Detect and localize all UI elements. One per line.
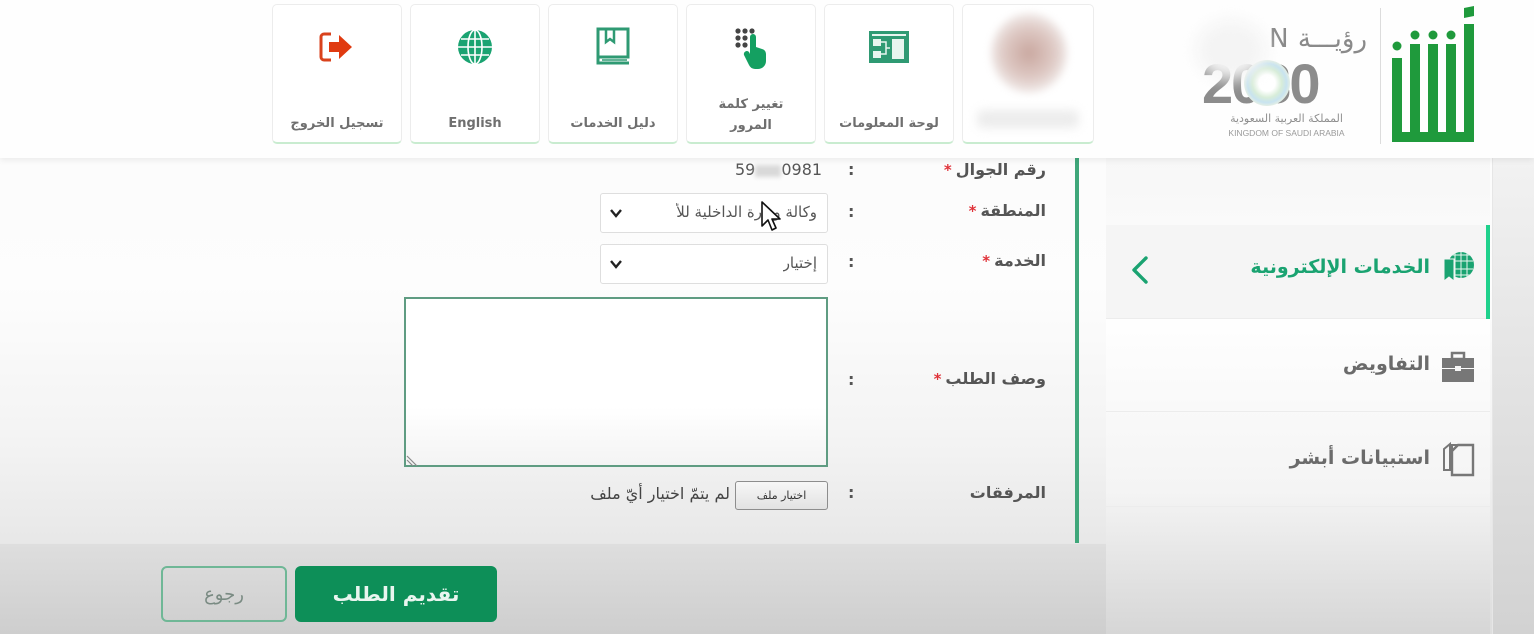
colon: : bbox=[848, 370, 855, 389]
vision-2030-logo: رؤيـــة N 2030 المملكة العربية السعودية … bbox=[1196, 20, 1371, 142]
top-header: تسجيل الخروج English دليل الخدمات تغيير … bbox=[0, 0, 1534, 158]
chevron-down-icon bbox=[610, 209, 622, 218]
dashboard-tile[interactable]: لوحة المعلومات bbox=[824, 4, 954, 144]
chevron-left-icon[interactable] bbox=[1128, 254, 1152, 286]
sidebar-item-label: الخدمات الإلكترونية bbox=[1250, 256, 1430, 278]
region-selected-value: وكالة وزارة الداخلية للأ bbox=[676, 203, 817, 221]
user-name-redacted bbox=[977, 110, 1079, 128]
file-status-text: لم يتمّ اختيار أيّ ملف bbox=[590, 484, 730, 503]
form-divider bbox=[1075, 158, 1079, 543]
change-password-label: تغيير كلمة المرور bbox=[718, 97, 784, 133]
globe-icon bbox=[458, 29, 492, 65]
logo-divider bbox=[1380, 8, 1381, 144]
sidebar-item-label: استبيانات أبشر bbox=[1289, 447, 1430, 469]
e-services-icon bbox=[1443, 252, 1474, 283]
vision-arabic-country: المملكة العربية السعودية bbox=[1230, 112, 1343, 125]
english-label: English bbox=[448, 116, 502, 131]
active-indicator bbox=[1486, 225, 1490, 319]
sidebar-item-absher-surveys[interactable]: استبيانات أبشر bbox=[1106, 413, 1490, 507]
dashboard-icon bbox=[869, 31, 909, 63]
logout-tile[interactable]: تسجيل الخروج bbox=[272, 4, 402, 144]
region-select[interactable]: وكالة وزارة الداخلية للأ bbox=[600, 193, 828, 233]
service-selected-value: إختيار bbox=[782, 254, 817, 272]
change-password-tile[interactable]: تغيير كلمة المرور bbox=[686, 4, 816, 144]
back-button[interactable]: رجوع bbox=[161, 566, 287, 622]
sidebar-rail bbox=[1492, 158, 1534, 634]
dashboard-label: لوحة المعلومات bbox=[839, 116, 939, 131]
book-icon bbox=[596, 27, 630, 65]
sidebar-item-e-services[interactable]: الخدمات الإلكترونية bbox=[1106, 225, 1490, 319]
service-label: الخدمة* bbox=[982, 251, 1046, 270]
colon: : bbox=[848, 252, 855, 271]
region-label: المنطقة* bbox=[968, 201, 1046, 220]
documents-icon bbox=[1443, 441, 1475, 477]
logout-icon bbox=[319, 32, 352, 62]
redacted-digits bbox=[755, 164, 782, 177]
vision-english-country: KINGDOM OF SAUDI ARABIA bbox=[1228, 128, 1345, 138]
colon: : bbox=[848, 483, 855, 502]
avatar bbox=[991, 13, 1067, 93]
chevron-down-icon bbox=[610, 260, 622, 269]
keypad-hand-icon bbox=[735, 28, 767, 69]
logout-label: تسجيل الخروج bbox=[290, 116, 384, 131]
choose-file-button[interactable]: اختيار ملف bbox=[735, 481, 828, 510]
mobile-label: رقم الجوال* bbox=[943, 160, 1046, 179]
submit-request-button[interactable]: تقديم الطلب bbox=[295, 566, 497, 622]
service-select[interactable]: إختيار bbox=[600, 244, 828, 284]
vision-title: رؤيـــة N bbox=[1269, 24, 1367, 54]
colon: : bbox=[848, 202, 855, 221]
briefcase-icon bbox=[1442, 351, 1474, 382]
attachments-label: المرفقات bbox=[969, 483, 1046, 502]
description-textarea[interactable] bbox=[404, 297, 828, 467]
required-mark: * bbox=[943, 161, 952, 179]
mobile-value: 59 0981 bbox=[735, 160, 823, 179]
sidebar-item-delegations[interactable]: التفاويض bbox=[1106, 320, 1490, 412]
services-guide-label: دليل الخدمات bbox=[570, 116, 656, 131]
description-label: وصف الطلب* bbox=[933, 369, 1046, 388]
profile-tile[interactable] bbox=[962, 4, 1094, 144]
sidebar-item-label: التفاويض bbox=[1342, 353, 1430, 375]
absher-logo bbox=[1392, 6, 1474, 142]
colon: : bbox=[848, 160, 855, 179]
mouse-cursor-icon bbox=[761, 201, 781, 231]
services-guide-tile[interactable]: دليل الخدمات bbox=[548, 4, 678, 144]
english-tile[interactable]: English bbox=[410, 4, 540, 144]
